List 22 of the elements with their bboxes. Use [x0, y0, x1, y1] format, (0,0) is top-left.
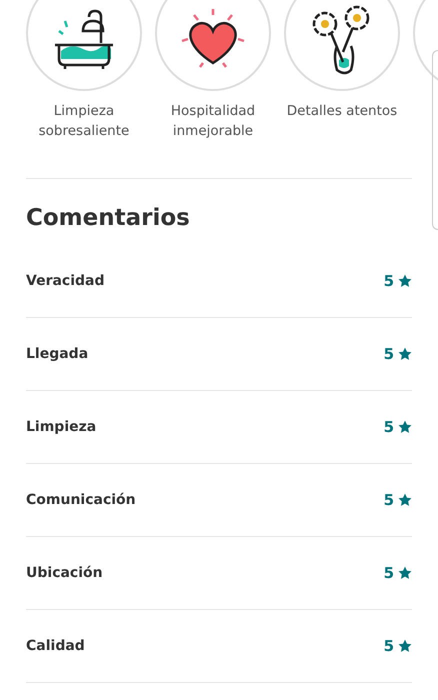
rating-category: Llegada [26, 346, 88, 362]
star-icon [398, 347, 412, 361]
rating-score: 5 [384, 272, 394, 290]
rating-category: Comunicación [26, 492, 136, 508]
star-icon [398, 639, 412, 653]
rating-category: Veracidad [26, 273, 105, 289]
rating-score: 5 [384, 418, 394, 436]
rating-score: 5 [384, 345, 394, 363]
rating-score: 5 [384, 637, 394, 655]
star-icon [398, 566, 412, 580]
star-icon [398, 493, 412, 507]
star-icon [398, 274, 412, 288]
highlight-label: Hospitalidad inmejorable [170, 102, 256, 141]
star-icon [398, 420, 412, 434]
rating-category: Calidad [26, 638, 85, 654]
highlight-label: Detalles atentos [286, 102, 398, 121]
rating-score: 5 [384, 491, 394, 509]
rating-category: Ubicación [26, 565, 103, 581]
rating-category: Limpieza [26, 419, 96, 435]
rating-score: 5 [384, 564, 394, 582]
section-title: Comentarios [26, 205, 191, 231]
highlight-label: Limpieza sobresaliente [38, 102, 130, 141]
